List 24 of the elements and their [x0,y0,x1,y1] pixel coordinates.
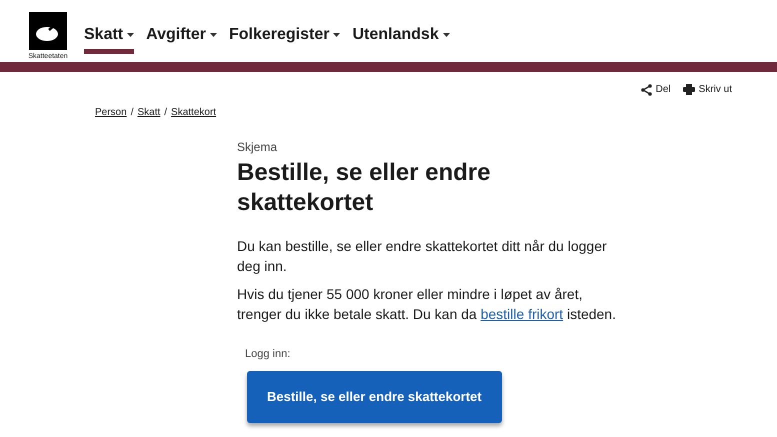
nav-tab[interactable]: Skatt [84,24,134,54]
logo-icon [29,12,67,50]
info-text: Hvis du tjener 55 000 kroner eller mindre i løpet av året, trenger du ikke betale skatt. Du kan da bestille frikort isteden. [237,285,617,324]
nav-tab[interactable]: Utenlandsk [352,24,450,54]
caret-icon [127,32,134,36]
intro-text: Du kan bestille, se eller endre skattekortet ditt når du logger deg inn. [237,237,607,276]
caret-icon [210,32,217,36]
breadcrumb-separator: / [130,106,134,120]
share-icon [640,84,652,96]
breadcrumb-link[interactable]: Skattekort [171,105,216,120]
caret-icon [333,32,340,36]
login-label: Logg inn: [245,347,292,362]
breadcrumb-separator: / [164,106,168,120]
frikort-link[interactable]: bestille frikort [480,306,564,322]
breadcrumb-link[interactable]: Person [95,105,127,120]
share-button[interactable]: Del [640,82,671,97]
breadcrumb-link[interactable]: Skatt [137,105,160,120]
nav-tab[interactable]: Folkeregister [228,24,340,54]
eyebrow-text: Skjema [237,139,278,156]
print-button[interactable]: Skriv ut [682,82,732,97]
primary-button[interactable]: Bestille, se eller endre skattekortet [247,370,502,422]
page-title: Bestille, se eller endre skattekortet [237,158,492,218]
caret-icon [442,32,450,36]
nav-tab[interactable]: Avgifter [146,24,217,54]
